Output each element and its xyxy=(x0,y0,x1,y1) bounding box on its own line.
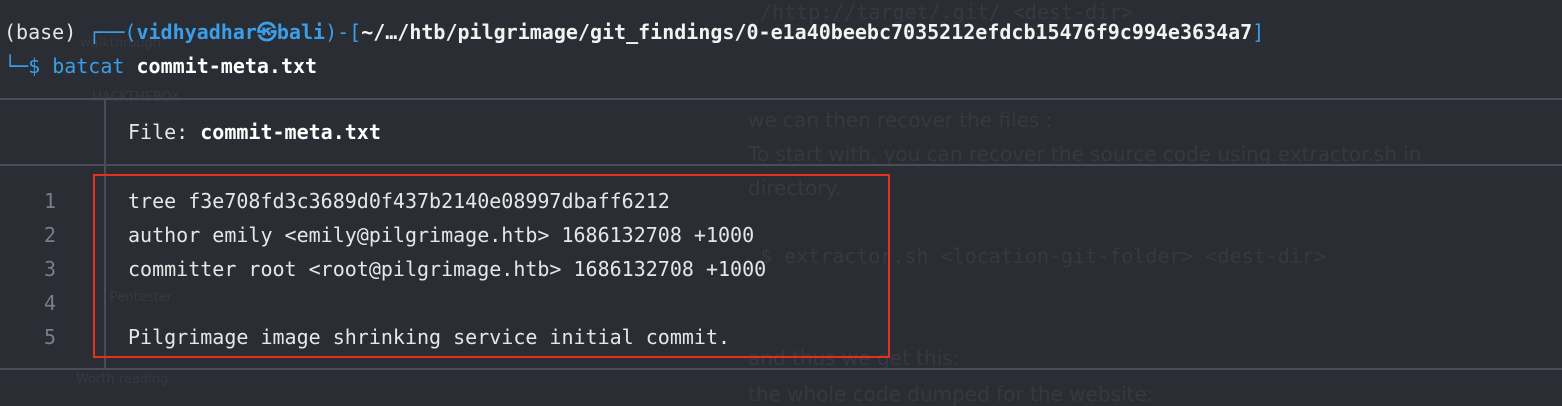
prompt-at-icon: ㉿ xyxy=(256,20,277,44)
prompt-host: bali xyxy=(276,20,326,44)
highlight-box xyxy=(93,174,890,358)
file-label: File: xyxy=(128,120,189,144)
prompt-dollar: $ xyxy=(28,54,41,78)
prompt-close: ] xyxy=(1252,20,1265,44)
command-name: batcat xyxy=(52,54,125,78)
line-number: 2 xyxy=(43,223,57,247)
file-name: commit-meta.txt xyxy=(200,120,381,144)
prompt-header: (base) ┌──(vidhyadhar㉿bali)-[~/…/htb/pil… xyxy=(4,17,1264,47)
prompt-separator: )-[ xyxy=(325,20,362,44)
line-number: 5 xyxy=(43,325,57,349)
prompt-user: vidhyadhar xyxy=(136,20,257,44)
line-number: 1 xyxy=(43,189,57,213)
conda-env: (base) xyxy=(4,20,77,44)
command-line: └─$ batcat commit-meta.txt xyxy=(4,51,317,81)
frame-header-rule xyxy=(0,164,1562,166)
prompt-corner-bottom: └─ xyxy=(4,54,29,78)
line-number: 3 xyxy=(43,257,57,281)
frame-bottom-rule xyxy=(0,368,1562,370)
file-header: File: commit-meta.txt xyxy=(128,117,381,147)
command-argument: commit-meta.txt xyxy=(136,54,318,78)
frame-top-rule xyxy=(0,98,1562,100)
frame-header-separator xyxy=(104,98,106,166)
terminal-window[interactable]: (base) ┌──(vidhyadhar㉿bali)-[~/…/htb/pil… xyxy=(0,0,1562,406)
prompt-path: ~/…/htb/pilgrimage/git_findings/0-e1a40b… xyxy=(361,20,1253,44)
line-number: 4 xyxy=(43,291,57,315)
prompt-corner-top: ┌──( xyxy=(88,20,137,44)
